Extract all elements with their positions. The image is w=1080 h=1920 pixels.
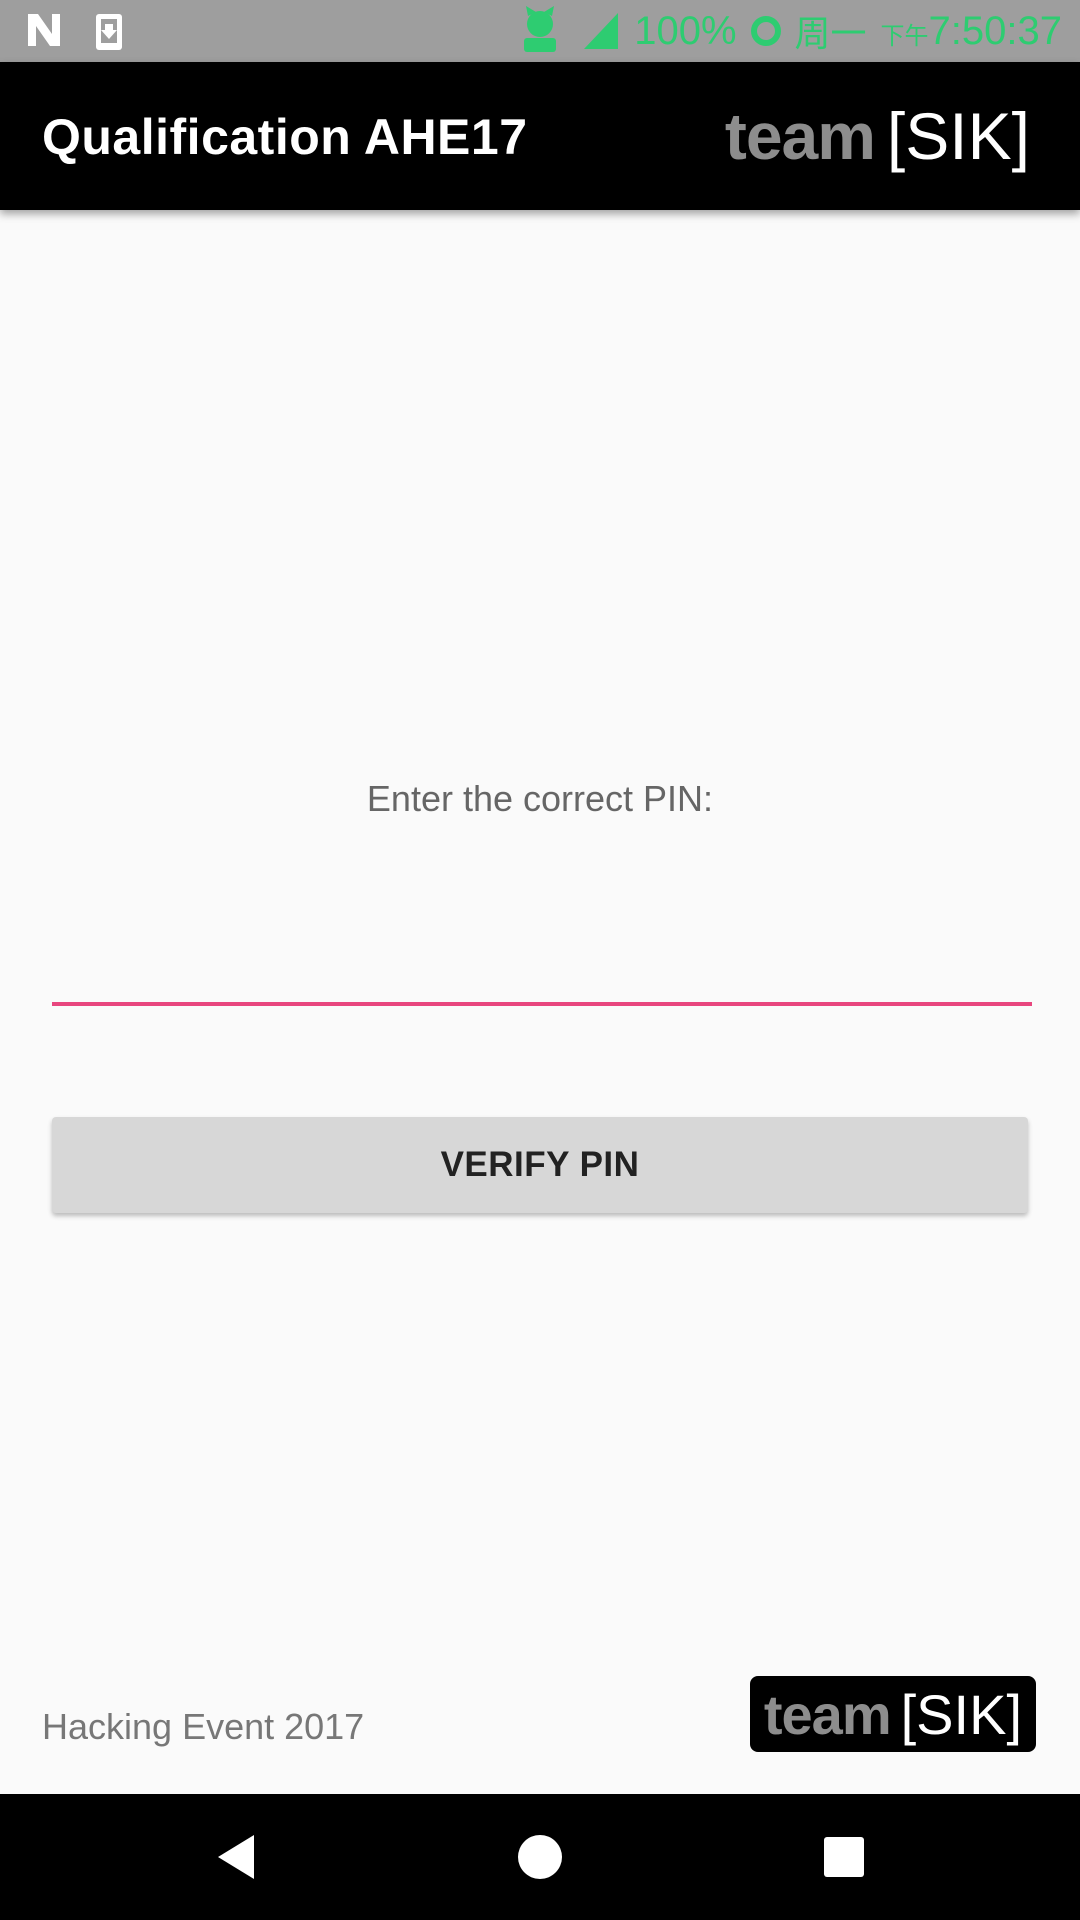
verify-pin-button[interactable]: VERIFY PIN bbox=[52, 1117, 1028, 1213]
app-bar: Qualification AHE17 team [ SIK ] bbox=[0, 62, 1080, 210]
back-icon[interactable] bbox=[210, 1827, 270, 1887]
signal-icon bbox=[584, 13, 619, 49]
navigation-bar bbox=[0, 1794, 1080, 1920]
event-label: Hacking Event 2017 bbox=[42, 1706, 365, 1747]
home-icon[interactable] bbox=[510, 1827, 570, 1887]
clock: 7:50:37 bbox=[928, 8, 1062, 53]
logo-sik-text: SIK bbox=[905, 99, 1012, 173]
logo-bracket-close: ] bbox=[1011, 99, 1030, 173]
ring-icon bbox=[750, 16, 781, 46]
recents-icon[interactable] bbox=[814, 1827, 874, 1887]
pin-input[interactable] bbox=[52, 930, 1032, 1006]
download-icon bbox=[96, 14, 122, 50]
ampm-label: 下午 bbox=[880, 22, 929, 50]
footer-logo-sik-text: SIK bbox=[916, 1682, 1007, 1746]
pin-prompt: Enter the correct PIN: bbox=[366, 778, 714, 819]
page-title: Qualification AHE17 bbox=[42, 109, 528, 165]
footer-logo-bracket-open: [ bbox=[900, 1682, 917, 1746]
status-bar: 100% 周一 下午 7:50:37 bbox=[0, 0, 1080, 62]
battery-percent: 100% bbox=[634, 8, 737, 53]
team-sik-logo: team [ SIK ] bbox=[725, 98, 1030, 174]
logo-team-text: team bbox=[724, 99, 876, 173]
logo-bracket-open: [ bbox=[886, 99, 906, 173]
status-indicators: 100% 周一 下午 7:50:37 bbox=[512, 0, 1062, 62]
footer-logo-team-text: team bbox=[763, 1682, 892, 1746]
day-label: 周一 bbox=[794, 13, 867, 54]
cat-icon bbox=[524, 6, 557, 52]
footer-team-sik-logo: team [ SIK ] bbox=[749, 1676, 1036, 1752]
n-logo-icon bbox=[28, 14, 60, 46]
footer-logo-bracket-close: ] bbox=[1006, 1682, 1022, 1746]
